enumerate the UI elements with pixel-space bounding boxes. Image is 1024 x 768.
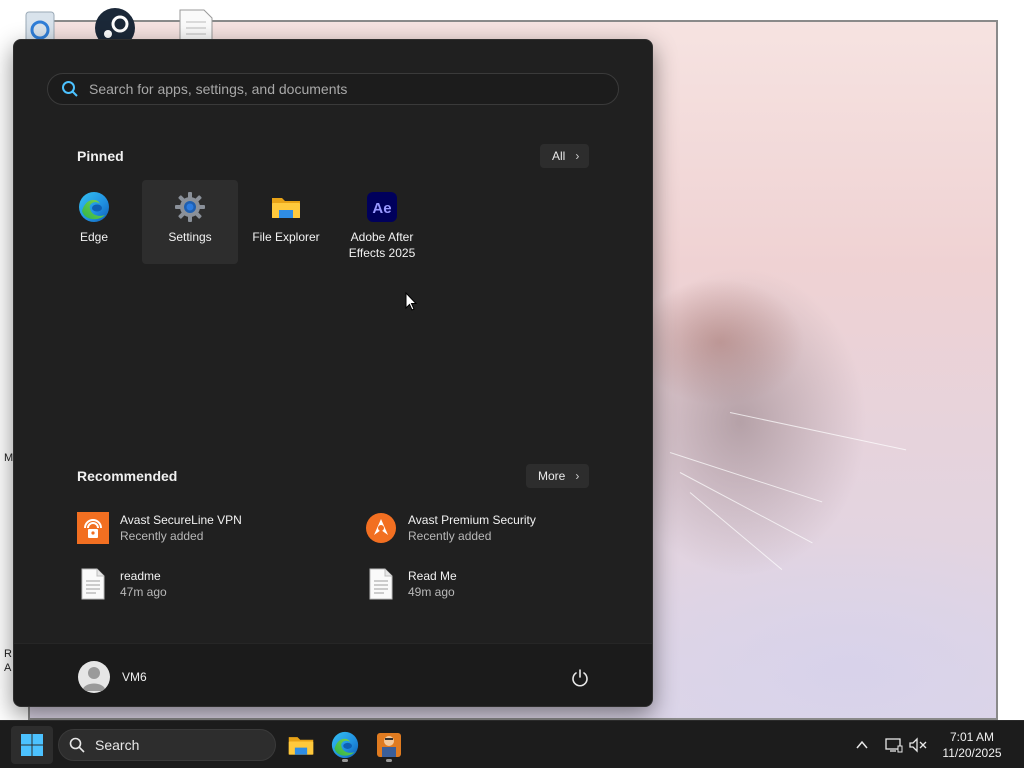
tray-overflow-button[interactable] [850,733,874,757]
power-icon[interactable] [570,668,590,688]
more-label: More [538,469,566,483]
pinned-item-label: Adobe After Effects 2025 [348,230,416,260]
recommended-item-subtitle: Recently added [408,529,492,543]
search-placeholder: Search for apps, settings, and documents [89,81,348,97]
recommended-title: Recommended [77,468,178,484]
taskbar-file-explorer[interactable] [283,727,319,763]
taskbar: Search 7:01 AM 11/20/2025 [0,720,1024,768]
recommended-item-subtitle: 49m ago [408,585,455,599]
start-search-input[interactable]: Search for apps, settings, and documents [47,73,619,105]
running-indicator [386,759,392,762]
taskbar-search[interactable]: Search [58,729,276,761]
taskbar-app[interactable] [371,727,407,763]
all-apps-button[interactable]: All › [540,144,590,168]
chevron-right-icon: › [575,149,580,163]
pinned-item-edge[interactable]: Edge [46,180,142,264]
running-indicator [342,759,348,762]
chevron-up-icon [856,740,868,749]
edge-icon [79,192,109,222]
taskbar-edge[interactable] [327,727,363,763]
recommended-item-subtitle: Recently added [120,529,204,543]
after-effects-icon-text: Ae [372,200,391,217]
pinned-item-settings[interactable]: Settings [142,180,238,264]
recommended-item-name: Avast SecureLine VPN [120,513,242,527]
app-icon [377,733,401,757]
recommended-item[interactable]: Read Me 49m ago [364,562,624,606]
desktop-icon-label: R [4,648,12,660]
recommended-item[interactable]: Avast Premium Security Recently added [364,506,624,550]
wallpaper-detail [679,472,813,544]
start-button[interactable] [11,726,53,764]
gear-icon [175,192,205,222]
file-explorer-icon [288,737,314,755]
volume-button[interactable] [906,733,930,757]
user-icon [82,667,106,691]
desktop-icon-label: M [4,452,14,464]
avast-vpn-icon [76,511,110,545]
desktop-icon-label: A [4,662,12,674]
network-icon [885,738,903,753]
all-apps-label: All [552,149,566,163]
avast-security-icon [364,511,398,545]
user-name[interactable]: VM6 [122,670,147,684]
search-icon [62,81,78,97]
avatar[interactable] [78,661,110,693]
wallpaper-detail [729,412,907,451]
user-bar: VM6 [14,643,652,706]
document-icon [76,567,110,601]
pinned-item-label: File Explorer [252,230,320,244]
recommended-item-subtitle: 47m ago [120,585,167,599]
pinned-item-file-explorer[interactable]: File Explorer [238,180,334,264]
start-menu: Search for apps, settings, and documents… [13,39,653,707]
recommended-item-name: Avast Premium Security [408,513,536,527]
network-button[interactable] [882,733,906,757]
wallpaper-detail [689,492,783,571]
taskbar-search-label: Search [95,737,140,753]
recommended-item-name: readme [120,569,161,583]
clock-time: 7:01 AM [949,730,995,744]
recommended-item-name: Read Me [408,569,457,583]
pinned-item-label: Settings [168,230,212,244]
pinned-item-after-effects[interactable]: Ae Adobe After Effects 2025 [334,180,430,264]
mouse-cursor-icon [405,292,417,311]
folder-icon [272,198,300,218]
document-icon [364,567,398,601]
clock-date: 11/20/2025 [942,746,1002,760]
clock[interactable]: 7:01 AM 11/20/2025 [930,729,1014,761]
after-effects-icon: Ae [367,192,397,222]
more-button[interactable]: More › [526,464,590,488]
edge-icon [331,731,359,759]
search-icon [69,737,85,753]
chevron-right-icon: › [575,469,580,483]
recommended-item[interactable]: readme 47m ago [76,562,336,606]
volume-muted-icon [909,737,927,753]
windows-logo-icon [21,734,43,756]
pinned-item-label: Edge [79,230,109,244]
pinned-title: Pinned [77,148,124,164]
recommended-item[interactable]: Avast SecureLine VPN Recently added [76,506,336,550]
